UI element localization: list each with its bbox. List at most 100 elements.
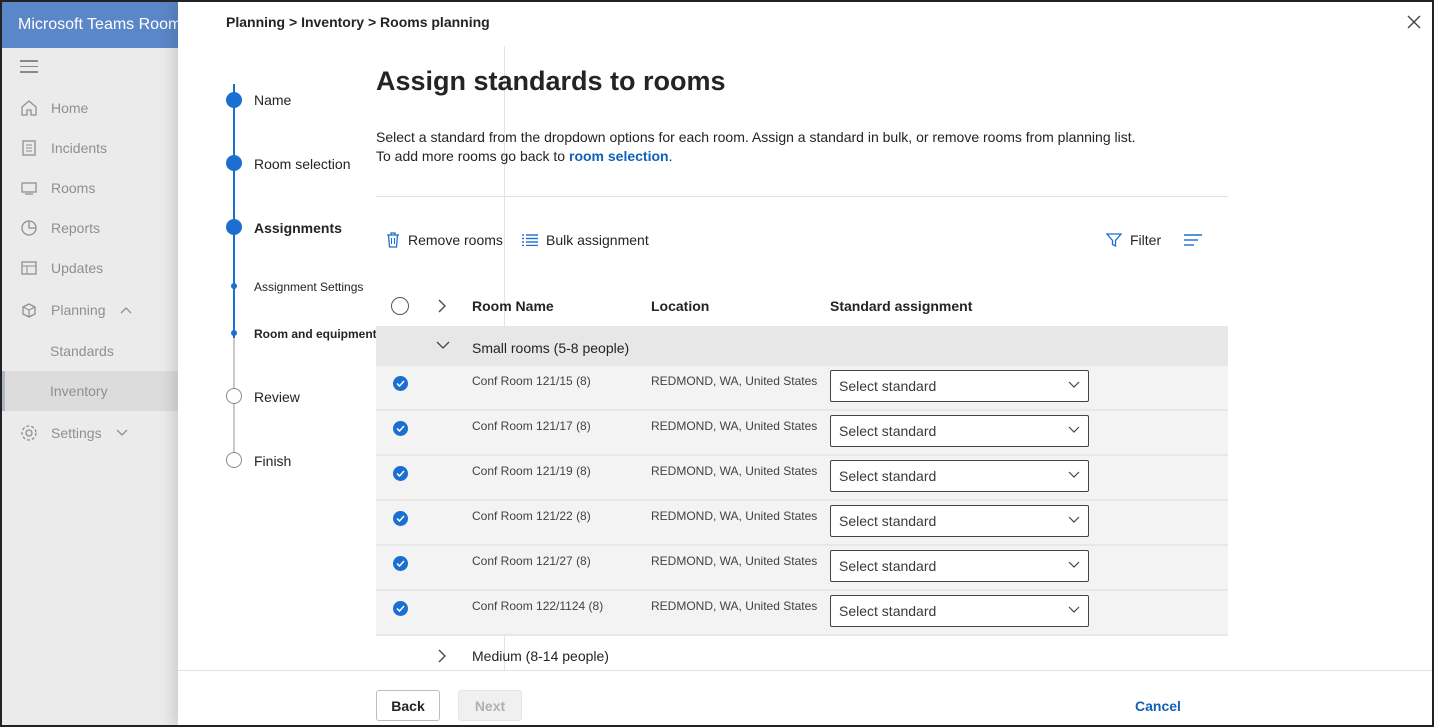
room-name: Conf Room 122/1124 (8) (472, 599, 604, 613)
standard-select[interactable]: Select standard (830, 415, 1089, 447)
nav-updates[interactable]: Updates (2, 248, 178, 288)
sort-button[interactable] (1184, 226, 1210, 254)
app-title: Microsoft Teams Rooms (2, 2, 178, 48)
nav-home[interactable]: Home (2, 88, 178, 128)
nav-settings-label: Settings (51, 425, 102, 441)
row-check-icon[interactable] (393, 511, 408, 526)
table-row[interactable]: Conf Room 121/22 (8) REDMOND, WA, United… (376, 501, 1228, 545)
standard-select[interactable]: Select standard (830, 550, 1089, 582)
table-row[interactable]: Conf Room 121/15 (8) REDMOND, WA, United… (376, 366, 1228, 410)
sort-lines-icon (1184, 234, 1202, 246)
bulk-assignment-button[interactable]: Bulk assignment (522, 226, 649, 254)
room-name: Conf Room 121/19 (8) (472, 464, 591, 478)
back-button[interactable]: Back (376, 690, 440, 721)
standard-select-value: Select standard (839, 558, 937, 574)
content-divider (376, 196, 1228, 197)
room-location: REDMOND, WA, United States (651, 599, 818, 613)
trash-icon (387, 232, 399, 248)
reports-icon (20, 219, 38, 237)
step-assignments[interactable]: Assignments (254, 220, 342, 236)
row-check-icon[interactable] (393, 556, 408, 571)
updates-icon (20, 259, 38, 277)
chevron-down-icon (436, 341, 450, 349)
close-icon[interactable] (1406, 14, 1422, 30)
desc-line-2: To add more rooms go back to (376, 148, 569, 164)
step-room-selection[interactable]: Room selection (254, 156, 351, 172)
table-row[interactable]: Conf Room 121/17 (8) REDMOND, WA, United… (376, 411, 1228, 455)
room-location: REDMOND, WA, United States (651, 374, 818, 388)
nav-updates-label: Updates (51, 260, 104, 276)
group-header-medium[interactable]: Medium (8-14 people) (376, 642, 1228, 670)
step-dot-room-selection (226, 155, 242, 171)
remove-rooms-button[interactable]: Remove rooms (386, 226, 503, 254)
substep-dot-settings (231, 283, 237, 289)
room-name: Conf Room 121/22 (8) (472, 509, 591, 523)
left-nav: Microsoft Teams Rooms Home Incidents Roo… (2, 2, 178, 725)
nav-inventory-label: Inventory (50, 383, 108, 399)
footer-divider (178, 670, 1432, 671)
standard-select[interactable]: Select standard (830, 505, 1089, 537)
filter-label: Filter (1130, 232, 1162, 248)
room-name: Conf Room 121/17 (8) (472, 419, 591, 433)
step-name[interactable]: Name (254, 92, 291, 108)
group-small-rooms: Small rooms (5-8 people) Conf Room 121/1… (376, 326, 1228, 636)
select-all-radio[interactable] (391, 297, 409, 315)
chevron-down-icon (1068, 516, 1080, 523)
chevron-right-icon (438, 649, 446, 663)
column-standard-assignment[interactable]: Standard assignment (830, 298, 972, 314)
standard-select[interactable]: Select standard (830, 595, 1089, 627)
standard-select-value: Select standard (839, 603, 937, 619)
nav-reports-label: Reports (51, 220, 101, 236)
row-check-icon[interactable] (393, 376, 408, 391)
room-location: REDMOND, WA, United States (651, 509, 818, 523)
group-label-medium: Medium (8-14 people) (472, 648, 609, 664)
step-dot-review (226, 388, 242, 404)
nav-inventory[interactable]: Inventory (2, 371, 178, 411)
room-name: Conf Room 121/27 (8) (472, 554, 591, 568)
nav-planning[interactable]: Planning (2, 290, 178, 330)
row-check-icon[interactable] (393, 466, 408, 481)
table-row[interactable]: Conf Room 121/19 (8) REDMOND, WA, United… (376, 456, 1228, 500)
nav-reports[interactable]: Reports (2, 208, 178, 248)
filter-button[interactable]: Filter (1106, 226, 1161, 254)
chevron-down-icon (116, 429, 128, 437)
nav-rooms[interactable]: Rooms (2, 168, 178, 208)
incidents-icon (20, 139, 38, 157)
table-row[interactable]: Conf Room 121/27 (8) REDMOND, WA, United… (376, 546, 1228, 590)
group-header-small[interactable]: Small rooms (5-8 people) (376, 326, 1228, 366)
row-check-icon[interactable] (393, 421, 408, 436)
room-selection-link[interactable]: room selection (569, 148, 669, 164)
nav-standards[interactable]: Standards (2, 331, 178, 371)
table-header: Room Name Location Standard assignment (376, 288, 1228, 326)
desc-suffix: . (668, 148, 673, 164)
row-check-icon[interactable] (393, 601, 408, 616)
page-title: Assign standards to rooms (376, 66, 726, 96)
step-dot-assignments (226, 219, 242, 235)
substep-assignment-settings[interactable]: Assignment Settings (254, 280, 363, 294)
column-location[interactable]: Location (651, 298, 709, 314)
planning-icon (20, 301, 38, 319)
hamburger-icon[interactable] (20, 60, 38, 76)
nav-rooms-label: Rooms (51, 180, 96, 196)
step-finish[interactable]: Finish (254, 453, 291, 469)
chevron-down-icon (1068, 471, 1080, 478)
main-content: Assign standards to rooms Select a stand… (376, 2, 1228, 670)
standard-select-value: Select standard (839, 423, 937, 439)
chevron-down-icon (1068, 381, 1080, 388)
room-location: REDMOND, WA, United States (651, 554, 818, 568)
nav-settings[interactable]: Settings (2, 413, 178, 453)
step-review[interactable]: Review (254, 389, 300, 405)
room-location: REDMOND, WA, United States (651, 464, 818, 478)
cancel-button[interactable]: Cancel (1128, 690, 1188, 721)
chevron-down-icon (1068, 606, 1080, 613)
nav-incidents[interactable]: Incidents (2, 128, 178, 168)
column-room-name[interactable]: Room Name (472, 298, 554, 314)
chevron-down-icon (1068, 561, 1080, 568)
standard-select[interactable]: Select standard (830, 370, 1089, 402)
table-row[interactable]: Conf Room 122/1124 (8) REDMOND, WA, Unit… (376, 591, 1228, 635)
desc-line-1: Select a standard from the dropdown opti… (376, 129, 1136, 145)
settings-icon (20, 424, 38, 442)
next-button[interactable]: Next (458, 690, 522, 721)
standard-select[interactable]: Select standard (830, 460, 1089, 492)
chevron-right-icon[interactable] (438, 299, 446, 313)
